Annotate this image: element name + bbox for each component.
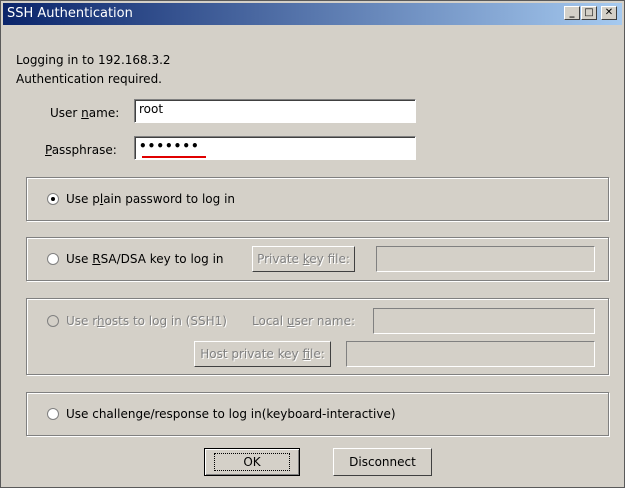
window-title: SSH Authentication: [7, 6, 133, 21]
minimize-button[interactable]: _: [564, 6, 580, 20]
local-user-name-field[interactable]: [373, 308, 595, 334]
challenge-response-label[interactable]: Use challenge/response to log in(keyboar…: [66, 407, 396, 421]
ok-button-label: OK: [214, 453, 290, 471]
username-input[interactable]: root: [134, 99, 416, 123]
close-button[interactable]: ✕: [601, 6, 617, 20]
ssh-auth-dialog: SSH Authentication _ □ ✕ Logging in to 1…: [0, 0, 625, 488]
maximize-icon: □: [584, 7, 594, 18]
plain-password-radio[interactable]: [47, 193, 59, 205]
host-private-key-file-field[interactable]: [346, 341, 595, 367]
plain-password-group: Use plain password to log in: [26, 177, 609, 221]
challenge-response-group: Use challenge/response to log in(keyboar…: [26, 392, 609, 436]
rsa-key-radio[interactable]: [47, 253, 59, 265]
challenge-response-radio[interactable]: [47, 408, 59, 420]
disconnect-button[interactable]: Disconnect: [333, 448, 432, 476]
passphrase-label: Passphrase:: [45, 143, 117, 157]
private-key-file-field[interactable]: [376, 246, 595, 272]
username-label: User name:: [50, 106, 120, 120]
maximize-button[interactable]: □: [581, 6, 597, 20]
private-key-file-button[interactable]: Private key file:: [252, 246, 355, 272]
spellcheck-underline: [142, 156, 206, 158]
rhosts-group: Use rhosts to log in (SSH1) Local user n…: [26, 298, 609, 375]
ok-button[interactable]: OK: [204, 448, 300, 476]
title-bar: SSH Authentication _ □ ✕: [3, 3, 622, 25]
login-target-text: Logging in to 192.168.3.2: [16, 53, 171, 67]
rhosts-label[interactable]: Use rhosts to log in (SSH1): [66, 314, 227, 328]
minimize-icon: _: [569, 7, 575, 18]
host-private-key-file-button[interactable]: Host private key file:: [194, 341, 331, 367]
local-user-name-label: Local user name:: [252, 314, 355, 328]
rsa-key-group: Use RSA/DSA key to log in Private key fi…: [26, 237, 609, 281]
rhosts-radio[interactable]: [47, 315, 59, 327]
auth-required-text: Authentication required.: [16, 72, 162, 86]
close-icon: ✕: [604, 7, 614, 18]
plain-password-label[interactable]: Use plain password to log in: [66, 192, 235, 206]
rsa-key-label[interactable]: Use RSA/DSA key to log in: [66, 252, 224, 266]
